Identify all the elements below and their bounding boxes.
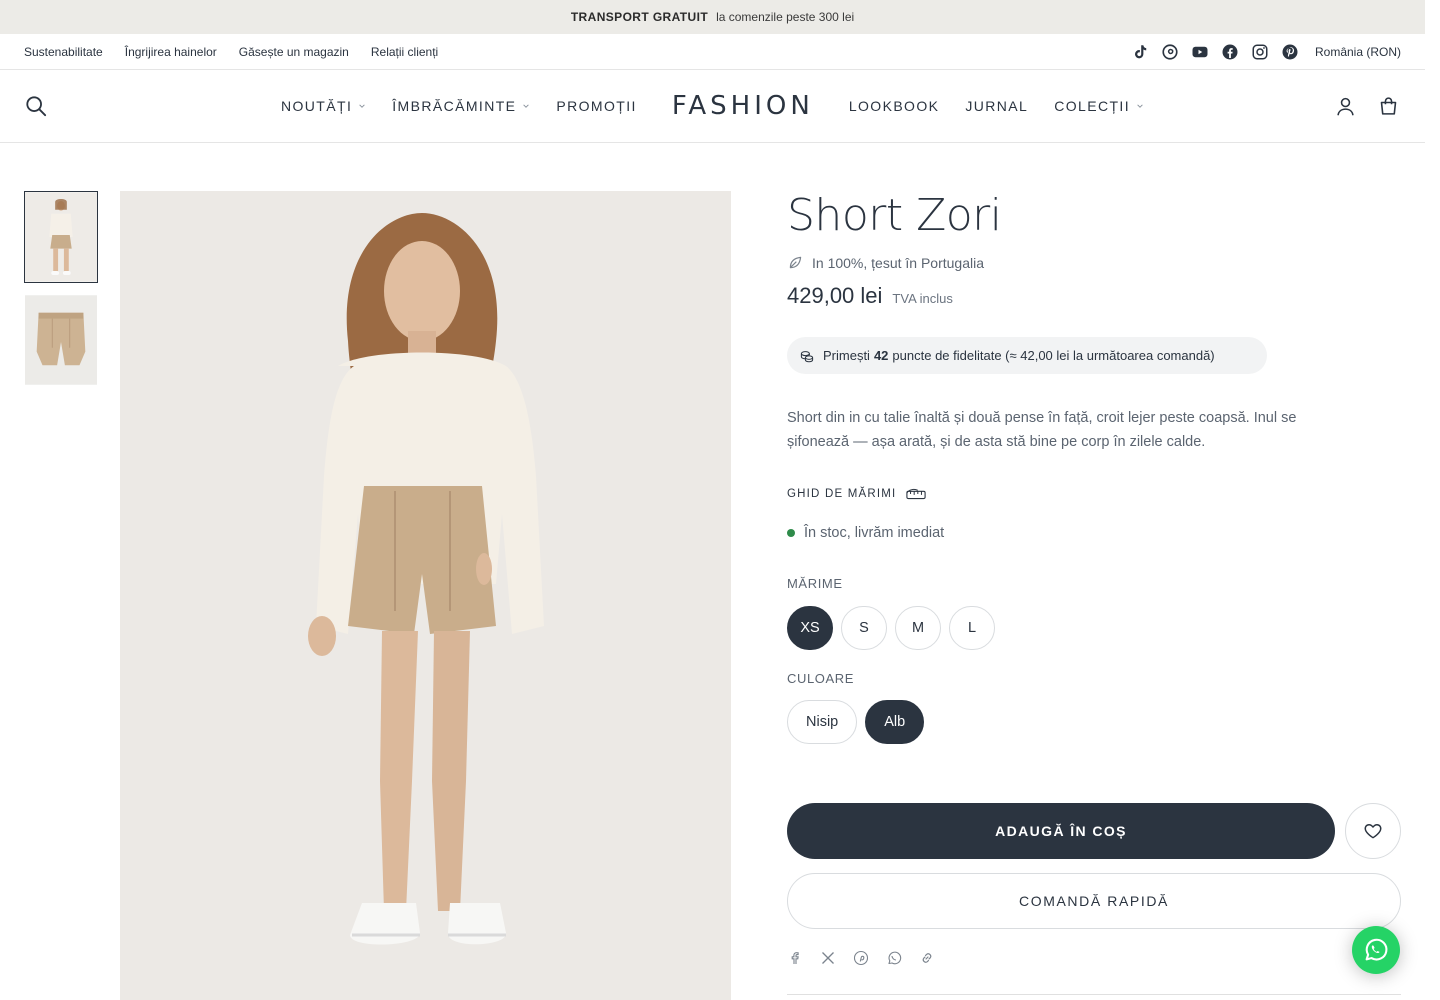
loyalty-banner: Primești 42 puncte de fidelitate (≈ 42,0… <box>787 337 1267 374</box>
announcement-text: la comenzile peste 300 lei <box>716 10 855 24</box>
divider <box>787 994 1401 995</box>
share-links <box>787 950 935 966</box>
nav-item-label: LOOKBOOK <box>848 98 940 114</box>
ruler-icon <box>906 488 927 500</box>
chevron-down-icon <box>523 104 530 108</box>
fabric-text: In 100%, țesut în Portugalia <box>812 254 984 271</box>
threads-icon[interactable] <box>1161 43 1179 61</box>
youtube-icon[interactable] <box>1191 43 1209 61</box>
thumbnail-product[interactable] <box>24 294 98 386</box>
vat-note: TVA inclus <box>892 291 953 306</box>
product-title: Short Zori <box>787 190 1002 241</box>
size-guide-link[interactable]: GHID DE MĂRIMI <box>787 487 927 501</box>
utility-link-sustainability[interactable]: Sustenabilitate <box>24 45 103 59</box>
size-option-s[interactable]: S <box>841 606 887 650</box>
facebook-icon[interactable] <box>787 950 803 966</box>
utility-link-care[interactable]: Îngrijirea hainelor <box>125 45 217 59</box>
nav-item-sale[interactable]: PROMOȚII <box>556 98 636 114</box>
nav-item-new[interactable]: NOUTĂȚI <box>281 98 366 114</box>
size-option-m[interactable]: M <box>895 606 941 650</box>
link-icon[interactable] <box>919 950 935 966</box>
nav-item-collections[interactable]: COLECȚII <box>1054 98 1144 114</box>
wishlist-button[interactable] <box>1345 803 1401 859</box>
stock-text: În stoc, livrăm imediat <box>804 525 945 541</box>
product-main-image[interactable] <box>120 191 731 1000</box>
in-stock-dot <box>787 529 795 537</box>
nav-item-label: NOUTĂȚI <box>281 98 353 114</box>
stock-status: În stoc, livrăm imediat <box>787 525 944 541</box>
size-selector: XS S M L <box>787 606 995 650</box>
add-to-cart-button[interactable]: ADAUGĂ ÎN COȘ <box>787 803 1335 859</box>
size-option-l[interactable]: L <box>949 606 995 650</box>
nav-item-journal[interactable]: JURNAL <box>965 98 1028 114</box>
account-icon[interactable] <box>1335 96 1356 117</box>
size-label: MĂRIME <box>787 576 843 591</box>
color-selector: Nisip Alb <box>787 700 925 744</box>
thumbnail-model[interactable] <box>24 191 98 283</box>
announcement-bold: TRANSPORT GRATUIT <box>570 10 709 24</box>
facebook-icon[interactable] <box>1221 43 1239 61</box>
nav-item-label: PROMOȚII <box>556 98 637 114</box>
main-header: NOUTĂȚI ÎMBRĂCĂMINTE PROMOȚII FASHION LO… <box>0 70 1425 143</box>
whatsapp-icon[interactable] <box>886 950 902 966</box>
nav-item-lookbook[interactable]: LOOKBOOK <box>849 98 940 114</box>
product-price: 429,00 lei <box>787 283 883 308</box>
whatsapp-icon <box>1365 938 1388 961</box>
loyalty-points: 42 <box>873 348 889 363</box>
loyalty-post: puncte de fidelitate (≈ 42,00 lei la urm… <box>892 348 1215 363</box>
instagram-icon[interactable] <box>1251 43 1269 61</box>
nav-item-label: JURNAL <box>965 98 1029 114</box>
cart-icon[interactable] <box>1378 95 1399 117</box>
utility-bar: Sustenabilitate Îngrijirea hainelor Găse… <box>0 34 1425 70</box>
size-option-xs[interactable]: XS <box>787 606 833 650</box>
product-description: Short din in cu talie înaltă și două pen… <box>787 410 1297 450</box>
x-icon[interactable] <box>820 950 836 966</box>
coins-icon <box>800 350 814 362</box>
chevron-down-icon <box>1137 104 1143 108</box>
utility-link-customer-service[interactable]: Relații clienți <box>371 45 438 59</box>
size-guide-label: GHID DE MĂRIMI <box>787 488 897 500</box>
price-row: 429,00 lei TVA inclus <box>787 283 953 309</box>
nav-item-label: COLECȚII <box>1054 98 1130 114</box>
tiktok-icon[interactable] <box>1131 43 1149 61</box>
utility-link-store-finder[interactable]: Găsește un magazin <box>239 45 349 59</box>
main-menu: NOUTĂȚI ÎMBRĂCĂMINTE PROMOȚII FASHION LO… <box>0 70 1425 142</box>
pinterest-icon[interactable] <box>1281 43 1299 61</box>
color-label: CULOARE <box>787 671 855 686</box>
country-selector[interactable]: România (RON) <box>1315 45 1401 59</box>
chevron-down-icon <box>359 104 365 108</box>
announcement-bar: TRANSPORT GRATUIT la comenzile peste 300… <box>0 0 1425 34</box>
heart-icon <box>1364 824 1382 839</box>
quick-order-button[interactable]: COMANDĂ RAPIDĂ <box>787 873 1401 929</box>
nav-item-label: ÎMBRĂCĂMINTE <box>392 98 517 114</box>
nav-item-clothing[interactable]: ÎMBRĂCĂMINTE <box>392 98 530 114</box>
pinterest-icon[interactable] <box>853 950 869 966</box>
color-option-white[interactable]: Alb <box>865 700 925 744</box>
fabric-info: In 100%, țesut în Portugalia <box>787 254 984 271</box>
site-logo[interactable]: FASHION <box>672 91 814 121</box>
loyalty-pre: Primești <box>823 348 870 363</box>
leaf-icon <box>789 256 802 269</box>
color-option-sand[interactable]: Nisip <box>787 700 858 744</box>
whatsapp-chat-button[interactable] <box>1352 926 1400 974</box>
